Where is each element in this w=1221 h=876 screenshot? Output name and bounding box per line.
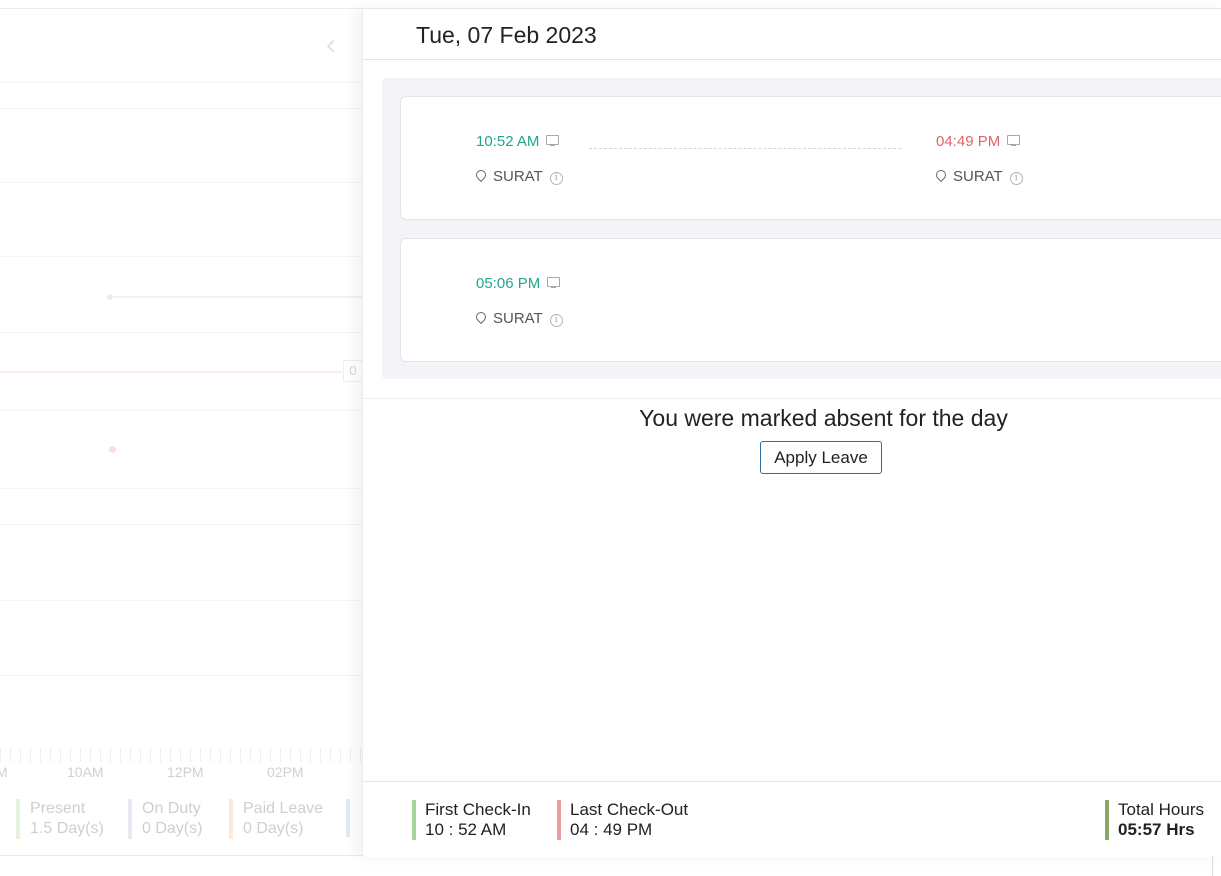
info-icon[interactable]: i <box>1009 172 1023 185</box>
present-timeline-bar <box>110 296 362 298</box>
summary-value: 05:57 Hrs <box>1118 820 1195 839</box>
check-out-time: 04:49 PM <box>936 133 1021 150</box>
absent-timeline-bar <box>0 371 342 373</box>
background-timeline: ‹ 0 M 10AM 12PM 02PM Present 1.5 Day(s) … <box>0 0 362 856</box>
axis-label: 12PM <box>167 764 204 780</box>
check-in-time-text: 05:06 PM <box>476 275 541 292</box>
legend-on-duty: On Duty 0 Day(s) <box>128 799 202 839</box>
grid-line <box>0 256 362 257</box>
absent-timeline-dot <box>109 446 116 453</box>
location-text: SURAT <box>493 168 543 185</box>
check-in-location: SURAT i <box>473 167 563 185</box>
check-out-time-text: 04:49 PM <box>936 133 1001 150</box>
absent-message: You were marked absent for the day <box>639 405 1008 431</box>
divider <box>363 59 1221 60</box>
legend-present: Present 1.5 Day(s) <box>16 799 104 839</box>
check-out-location: SURAT i <box>933 167 1023 185</box>
location-text: SURAT <box>493 310 543 327</box>
grid-line <box>0 108 362 109</box>
chevron-left-icon[interactable]: ‹ <box>326 30 336 60</box>
divider <box>363 398 1221 399</box>
legend-label: Present <box>30 800 86 817</box>
day-detail-panel: Tue, 07 Feb 2023 10:52 AM SURAT i 04:49 P… <box>362 8 1221 857</box>
legend-label: On Duty <box>142 800 201 817</box>
legend-value: 1.5 Day(s) <box>30 820 104 837</box>
legend-value: 0 Day(s) <box>142 820 203 837</box>
summary-label: First Check-In <box>425 800 531 819</box>
location-text: SURAT <box>953 168 1003 185</box>
window-corner <box>1212 856 1221 876</box>
divider <box>0 8 362 9</box>
divider <box>0 855 362 856</box>
grid-line <box>0 410 362 411</box>
summary-value: 04 : 49 PM <box>570 820 653 839</box>
zero-hours-badge: 0 <box>343 360 362 382</box>
session-card: 05:06 PM SURAT i <box>400 238 1221 362</box>
check-in-time: 10:52 AM <box>476 133 560 150</box>
legend-more <box>346 799 360 837</box>
desktop-icon <box>547 277 561 288</box>
leave-timeline-line <box>0 675 362 676</box>
divider <box>363 781 1221 782</box>
axis-label: 10AM <box>67 764 104 780</box>
legend-paid-leave: Paid Leave 0 Day(s) <box>229 799 323 839</box>
info-icon[interactable]: i <box>549 314 563 327</box>
session-duration-line <box>589 148 901 149</box>
time-axis-ticks <box>0 748 362 762</box>
check-in-time: 05:06 PM <box>476 275 561 292</box>
grid-line <box>0 182 362 183</box>
location-pin-icon <box>473 309 489 325</box>
location-pin-icon <box>473 167 489 183</box>
summary-value: 10 : 52 AM <box>425 820 507 839</box>
location-pin-icon <box>933 167 949 183</box>
page-title: Tue, 07 Feb 2023 <box>416 22 597 48</box>
grid-line <box>0 82 362 83</box>
desktop-icon <box>546 135 560 146</box>
check-in-time-text: 10:52 AM <box>476 133 540 150</box>
present-timeline-dot <box>107 294 113 300</box>
first-check-in-summary: First Check-In 10 : 52 AM <box>412 800 531 840</box>
legend-label: Paid Leave <box>243 800 324 817</box>
legend-value: 0 Day(s) <box>243 820 304 837</box>
axis-label: M <box>0 764 8 780</box>
grid-line <box>0 600 362 601</box>
check-in-location: SURAT i <box>473 309 563 327</box>
session-card: 10:52 AM SURAT i 04:49 PM SURAT i <box>400 96 1221 220</box>
summary-label: Total Hours <box>1118 800 1204 819</box>
sessions-list: 10:52 AM SURAT i 04:49 PM SURAT i 05:06 PM… <box>382 78 1221 379</box>
last-check-out-summary: Last Check-Out 04 : 49 PM <box>557 800 688 840</box>
summary-label: Last Check-Out <box>570 800 689 819</box>
grid-line <box>0 332 362 333</box>
info-icon[interactable]: i <box>549 172 563 185</box>
grid-line <box>0 488 362 489</box>
axis-label: 02PM <box>267 764 304 780</box>
desktop-icon <box>1007 135 1021 146</box>
apply-leave-button[interactable]: Apply Leave <box>760 441 882 474</box>
grid-line <box>0 524 362 525</box>
total-hours-summary: Total Hours 05:57 Hrs <box>1105 800 1204 840</box>
